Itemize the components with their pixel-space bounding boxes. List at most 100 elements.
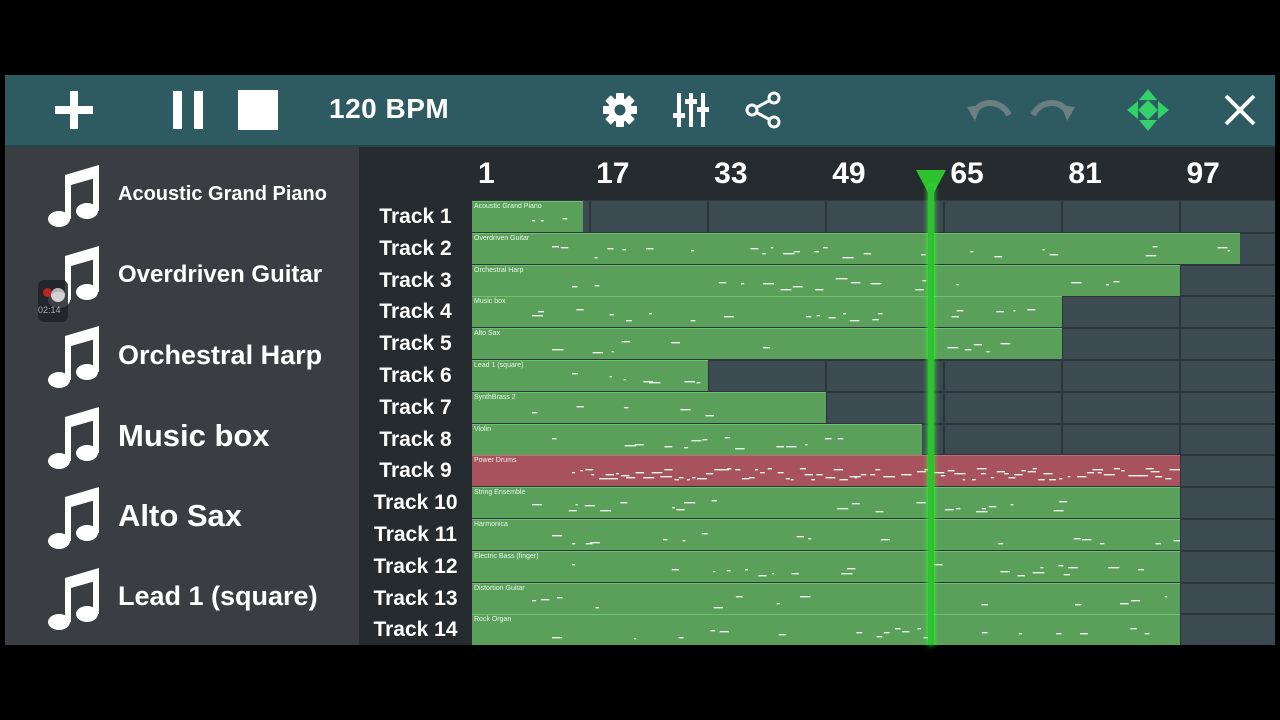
note-mark <box>735 469 741 471</box>
note-mark <box>1106 283 1110 285</box>
note-mark <box>1099 543 1105 545</box>
note-mark <box>854 477 857 479</box>
note-mark <box>1081 539 1092 541</box>
note-mark <box>580 470 584 472</box>
close-icon <box>1224 94 1256 126</box>
note-mark <box>841 572 853 575</box>
track-clip[interactable]: String Ensemble <box>472 487 1181 519</box>
note-mark <box>686 479 690 481</box>
bar-ruler[interactable]: 1 17 33 49 65 81 97 <box>472 147 1275 200</box>
track-label[interactable]: Track 1 <box>359 201 472 232</box>
note-mark <box>1138 568 1144 571</box>
pause-button[interactable] <box>165 85 211 135</box>
note-mark <box>825 477 836 479</box>
arrangement-grid[interactable]: Acoustic Grand Piano Overdriven Guitar Orc… <box>472 201 1275 645</box>
note-mark <box>552 245 559 248</box>
note-mark <box>1068 566 1078 569</box>
clip-notes <box>532 500 1067 513</box>
track-clip[interactable]: Power Drums <box>472 455 1181 487</box>
note-mark <box>951 316 959 318</box>
track-label[interactable]: Track 3 <box>359 265 472 296</box>
track-clip[interactable]: SynthBrass 2 <box>472 391 827 423</box>
stop-button[interactable] <box>233 85 283 135</box>
note-mark <box>1053 510 1064 512</box>
add-track-button[interactable] <box>49 85 99 135</box>
track-clip[interactable]: Overdriven Guitar <box>472 232 1240 264</box>
instrument-item[interactable]: Lead 1 (square) <box>5 560 359 640</box>
tempo-display[interactable]: 120 BPM <box>329 93 449 125</box>
note-mark <box>1059 478 1063 480</box>
note-mark <box>767 468 773 470</box>
track-label[interactable]: Track 4 <box>359 296 472 327</box>
settings-button[interactable] <box>598 85 642 135</box>
note-mark <box>792 285 803 287</box>
note-mark <box>599 478 611 480</box>
track-label[interactable]: Track 2 <box>359 233 472 264</box>
track-clip[interactable]: Lead 1 (square) <box>472 360 709 391</box>
note-mark <box>696 382 701 384</box>
track-label[interactable]: Track 10 <box>359 487 472 518</box>
track-label[interactable]: Track 13 <box>359 583 472 614</box>
note-mark <box>1004 473 1009 475</box>
share-button[interactable] <box>741 85 785 135</box>
track-label[interactable]: Track 12 <box>359 551 472 582</box>
track-label[interactable]: Track 7 <box>359 392 472 423</box>
note-mark <box>1013 474 1023 476</box>
note-mark <box>692 477 696 479</box>
note-mark <box>856 632 863 634</box>
track-label[interactable]: Track 5 <box>359 328 472 359</box>
note-mark <box>944 509 954 511</box>
note-mark <box>1056 633 1062 635</box>
clip-label: Alto Sax <box>474 330 501 338</box>
note-mark <box>1221 246 1228 249</box>
note-mark <box>762 347 771 349</box>
track-clip[interactable]: Music box <box>472 296 1063 328</box>
track-clip[interactable]: Acoustic Grand Piano <box>472 201 583 232</box>
instrument-item[interactable]: Acoustic Grand Piano <box>5 157 359 237</box>
note-mark <box>917 628 921 630</box>
note-mark <box>1049 253 1059 256</box>
note-mark <box>1113 280 1120 282</box>
note-mark <box>584 505 595 507</box>
note-mark <box>816 315 820 317</box>
playhead[interactable] <box>928 186 934 645</box>
track-clip[interactable]: Electric Bass (finger) <box>472 550 1181 582</box>
note-mark <box>843 313 846 315</box>
track-label[interactable]: Track 11 <box>359 519 472 550</box>
note-mark <box>1038 479 1045 481</box>
instrument-item[interactable]: Music box <box>5 399 359 479</box>
screen-record-indicator[interactable]: 02:14 <box>38 280 68 322</box>
track-label[interactable]: Track 6 <box>359 360 472 391</box>
track-clip[interactable]: Harmonica <box>472 519 1181 550</box>
close-button[interactable] <box>1215 85 1265 135</box>
track-clip[interactable]: Distortion Guitar <box>472 582 1181 614</box>
clip-notes <box>532 405 715 417</box>
track-label[interactable]: Track 9 <box>359 455 472 486</box>
instrument-item[interactable]: Orchestral Harp <box>5 318 359 398</box>
note-mark <box>664 445 673 447</box>
note-mark <box>600 510 612 512</box>
track-clip[interactable]: Violin <box>472 423 923 455</box>
undo-button[interactable] <box>965 85 1015 135</box>
redo-button[interactable] <box>1027 85 1077 135</box>
track-clip[interactable]: Alto Sax <box>472 328 1063 360</box>
move-tool-button[interactable] <box>1123 85 1173 135</box>
track-clip[interactable]: Orchestral Harp <box>472 264 1181 296</box>
redo-icon <box>1030 100 1075 121</box>
track-clip[interactable]: Rock Organ <box>472 614 1181 645</box>
track-label[interactable]: Track 14 <box>359 614 472 645</box>
instrument-panel: Acoustic Grand Piano Overdriven Guitar Orc… <box>5 147 359 645</box>
mixer-icon <box>673 93 709 127</box>
plus-icon <box>55 91 93 129</box>
mixer-button[interactable] <box>669 85 713 135</box>
note-mark <box>981 508 986 510</box>
instrument-name: Orchestral Harp <box>118 339 323 370</box>
note-mark <box>572 563 576 566</box>
note-mark <box>562 218 568 220</box>
note-mark <box>922 279 927 281</box>
music-note-icon <box>48 165 99 227</box>
instrument-item[interactable]: Alto Sax <box>5 479 359 559</box>
note-mark <box>971 479 976 481</box>
track-label[interactable]: Track 8 <box>359 424 472 455</box>
note-mark <box>1092 469 1104 471</box>
